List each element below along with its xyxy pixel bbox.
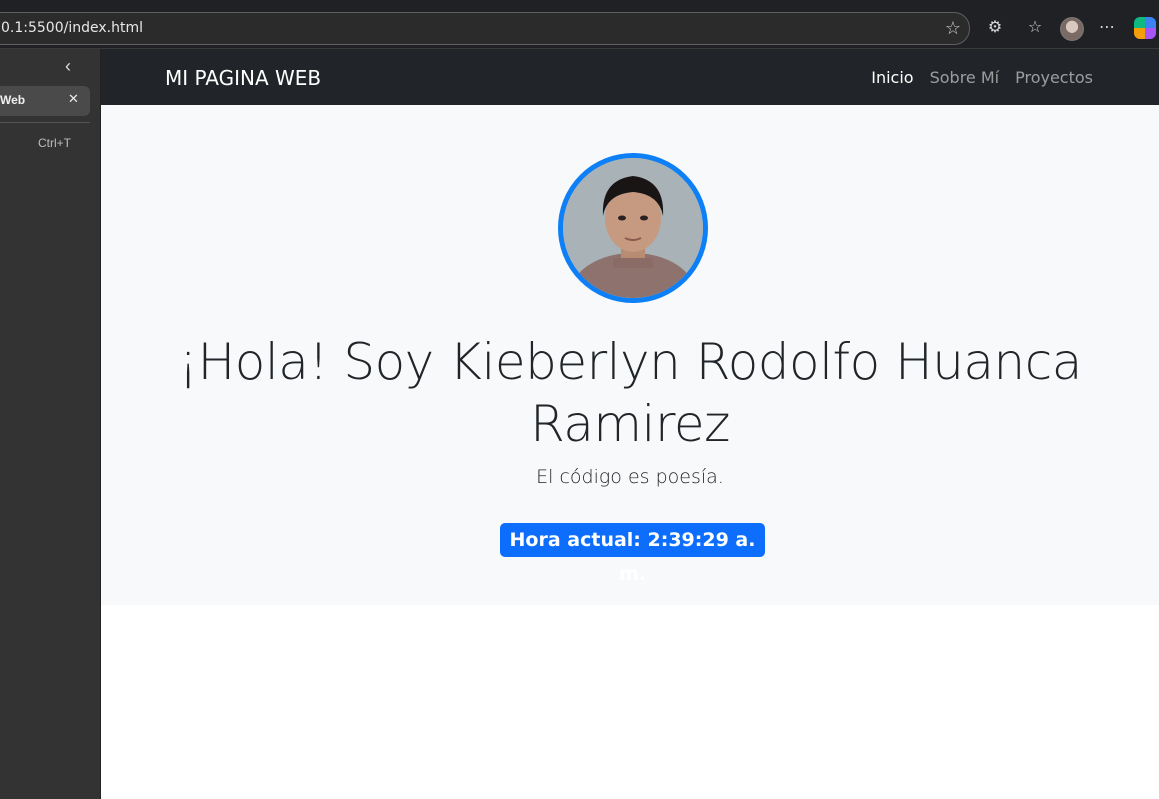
profile-illustration bbox=[563, 158, 703, 298]
address-text[interactable]: 0.1:5500/index.html bbox=[1, 20, 143, 36]
web-page: MI PAGINA WEB Inicio Sobre Mí Proyectos … bbox=[101, 49, 1159, 799]
tab-mi-pagina-web[interactable]: Web ✕ bbox=[0, 86, 90, 116]
nav-links: Inicio Sobre Mí Proyectos bbox=[871, 68, 1093, 87]
favorites-icon[interactable]: ☆ bbox=[1024, 17, 1046, 39]
close-icon[interactable]: ✕ bbox=[68, 91, 79, 107]
nav-link-proyectos[interactable]: Proyectos bbox=[1015, 68, 1093, 87]
current-time-badge: Hora actual: 2:39:29 a. m. bbox=[500, 523, 765, 585]
browser-toolbar: 0.1:5500/index.html ☆ ⚙ ☆ ⋯ bbox=[0, 0, 1159, 49]
tab-label: Web bbox=[0, 93, 26, 107]
brand[interactable]: MI PAGINA WEB bbox=[165, 66, 321, 90]
profile-avatar[interactable] bbox=[1060, 17, 1084, 41]
star-icon[interactable]: ☆ bbox=[942, 17, 964, 39]
profile-photo bbox=[558, 153, 708, 303]
hero-section: ¡Hola! Soy Kieberlyn Rodolfo Huanca Rami… bbox=[101, 105, 1159, 605]
extensions-icon[interactable]: ⚙ bbox=[984, 17, 1006, 39]
vertical-tabs-sidebar: ‹ Web ✕ Ctrl+T bbox=[0, 49, 101, 799]
copilot-icon[interactable] bbox=[1134, 17, 1156, 39]
chevron-left-icon[interactable]: ‹ bbox=[65, 57, 83, 75]
hero-subtitle: El código es poesía. bbox=[536, 466, 724, 488]
address-bar[interactable]: 0.1:5500/index.html bbox=[0, 12, 970, 45]
hero-title: ¡Hola! Soy Kieberlyn Rodolfo Huanca Rami… bbox=[178, 333, 1082, 453]
more-icon[interactable]: ⋯ bbox=[1096, 17, 1118, 39]
navbar: MI PAGINA WEB Inicio Sobre Mí Proyectos bbox=[101, 49, 1159, 105]
nav-link-inicio[interactable]: Inicio bbox=[871, 68, 913, 87]
new-tab-shortcut[interactable]: Ctrl+T bbox=[38, 136, 71, 150]
nav-link-sobre-mi[interactable]: Sobre Mí bbox=[930, 68, 1000, 87]
divider bbox=[0, 122, 90, 123]
